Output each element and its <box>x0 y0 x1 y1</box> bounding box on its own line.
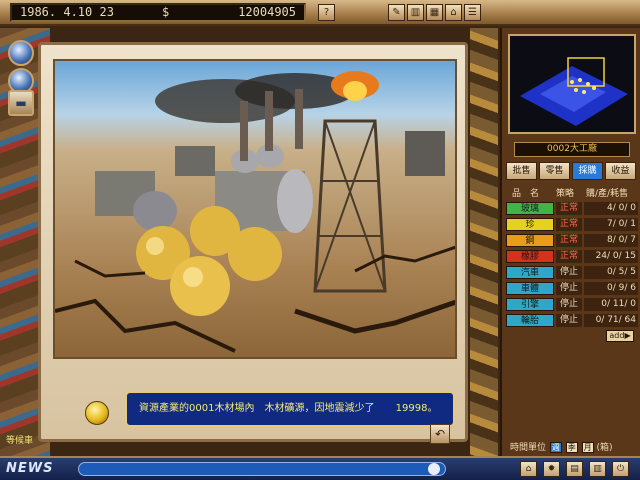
time-option-week[interactable]: 週 <box>549 442 562 453</box>
house-icon[interactable]: ⌂ <box>520 461 537 477</box>
table-row[interactable]: 汽車 停止 0/ 5/ 5 <box>506 266 638 280</box>
goods-quantities: 8/ 0/ 7 <box>584 234 638 247</box>
event-message: 資源產業的0001木材場內 木材礦源，因地震減少了 19998。 <box>125 391 455 427</box>
factory-title: 0002大工廠 <box>514 142 630 157</box>
goods-quantities: 0/ 9/ 6 <box>584 282 638 295</box>
minimap-graphic <box>520 57 628 126</box>
goods-status[interactable]: 正常 <box>556 202 582 215</box>
goods-name: 車體 <box>506 282 554 295</box>
return-icon[interactable]: ↶ <box>430 424 450 444</box>
goods-name: 輪胎 <box>506 314 554 327</box>
goods-quantities: 4/ 0/ 0 <box>584 202 638 215</box>
coin-icon[interactable] <box>85 401 109 425</box>
goods-name: 橡膠 <box>506 250 554 263</box>
goods-name: 珍 <box>506 218 554 231</box>
bank-icon[interactable]: ⌂ <box>445 4 462 21</box>
time-option-season[interactable]: 季 <box>565 442 578 453</box>
event-message-text: 資源產業的0001木材場內 木材礦源，因地震減少了 <box>139 403 375 414</box>
news-ticker-knob[interactable] <box>428 463 440 475</box>
city-view-right[interactable] <box>470 28 498 456</box>
header-name: 品 名 <box>512 189 540 199</box>
goods-status[interactable]: 停止 <box>556 282 582 295</box>
goods-name: 鋼 <box>506 234 554 247</box>
goods-name: 引擎 <box>506 298 554 311</box>
time-unit-label: 時間單位 <box>510 443 547 453</box>
goods-status[interactable]: 正常 <box>556 234 582 247</box>
event-popup: 資源產業的0001木材場內 木材礦源，因地震減少了 19998。 <box>38 42 468 442</box>
goods-status[interactable]: 正常 <box>556 250 582 263</box>
table-row[interactable]: 輪胎 停止 0/ 71/ 64 <box>506 314 638 328</box>
gear-icon[interactable]: ✹ <box>543 461 560 477</box>
add-button[interactable]: add▶ <box>606 330 634 342</box>
minimap[interactable] <box>508 34 636 134</box>
time-unit-control: 時間單位 週 季 月 (箱) <box>510 440 613 453</box>
news-ticker[interactable] <box>78 462 446 476</box>
earthquake-scene-image <box>53 59 457 359</box>
grid-icon[interactable]: ▦ <box>426 4 443 21</box>
news-label: NEWS <box>6 461 54 476</box>
goods-name: 玻璃 <box>506 202 554 215</box>
tab-revenue[interactable]: 收益 <box>605 162 636 180</box>
table-row[interactable]: 鋼正常 8/ 0/ 7 <box>506 234 638 248</box>
panel-tabs: 批售 零售 採購 收益 <box>506 162 638 180</box>
waiting-label: 等候車 <box>6 436 34 446</box>
header-policy: 策略 <box>556 189 575 199</box>
table-row[interactable]: 橡膠 正常 24/ 0/ 15 <box>506 250 638 264</box>
goods-status[interactable]: 停止 <box>556 314 582 327</box>
table-header: 品 名 策略 購/產/耗售 <box>506 186 638 199</box>
factory-icon[interactable]: ▥ <box>589 461 606 477</box>
globe-icon[interactable] <box>8 40 34 66</box>
refinery-illustration <box>55 71 455 353</box>
currency-symbol: $ <box>162 5 170 19</box>
game-screen: 1986. 4.10 23 $ 12004905 ? ✎ ▥ ▦ ⌂ ☰ ▬ 等… <box>0 0 640 480</box>
table-row[interactable]: 引擎 停止 0/ 11/ 0 <box>506 298 638 312</box>
info-panel: 0002大工廠 批售 零售 採購 收益 品 名 策略 購/產/耗售 玻璃 正常 4/… <box>500 28 640 456</box>
tab-wholesale[interactable]: 批售 <box>506 162 537 180</box>
status-readout: 1986. 4.10 23 $ 12004905 <box>10 3 306 22</box>
event-message-amount: 19998。 <box>395 403 438 414</box>
date-display: 1986. 4.10 23 <box>20 5 114 19</box>
goods-status[interactable]: 停止 <box>556 298 582 311</box>
book-icon[interactable]: ☰ <box>464 4 481 21</box>
car-icon[interactable]: ▬ <box>8 90 34 116</box>
table-row[interactable]: 車體 停止 0/ 9/ 6 <box>506 282 638 296</box>
chart-icon[interactable]: ▥ <box>407 4 424 21</box>
goods-quantities: 7/ 0/ 1 <box>584 218 638 231</box>
tab-purchase[interactable]: 採購 <box>572 162 603 180</box>
goods-status[interactable]: 正常 <box>556 218 582 231</box>
help-icon[interactable]: ? <box>318 4 335 21</box>
time-unit-suffix: (箱) <box>596 443 613 453</box>
goods-quantities: 0/ 71/ 64 <box>584 314 638 327</box>
top-bar: 1986. 4.10 23 $ 12004905 ? ✎ ▥ ▦ ⌂ ☰ <box>0 0 640 26</box>
bottom-bar: NEWS ⌂ ✹ ▤ ▥ ⏻ <box>0 456 640 480</box>
money-display: 12004905 <box>238 5 296 19</box>
goods-quantities: 0/ 11/ 0 <box>584 298 638 311</box>
goods-name: 汽車 <box>506 266 554 279</box>
power-icon[interactable]: ⏻ <box>612 461 629 477</box>
edit-icon[interactable]: ✎ <box>388 4 405 21</box>
table-row[interactable]: 玻璃 正常 4/ 0/ 0 <box>506 202 638 216</box>
tab-retail[interactable]: 零售 <box>539 162 570 180</box>
goods-quantities: 0/ 5/ 5 <box>584 266 638 279</box>
time-option-month[interactable]: 月 <box>581 442 594 453</box>
table-row[interactable]: 珍正常 7/ 0/ 1 <box>506 218 638 232</box>
goods-status[interactable]: 停止 <box>556 266 582 279</box>
office-icon[interactable]: ▤ <box>566 461 583 477</box>
goods-quantities: 24/ 0/ 15 <box>584 250 638 263</box>
header-columns: 購/產/耗售 <box>586 189 629 199</box>
